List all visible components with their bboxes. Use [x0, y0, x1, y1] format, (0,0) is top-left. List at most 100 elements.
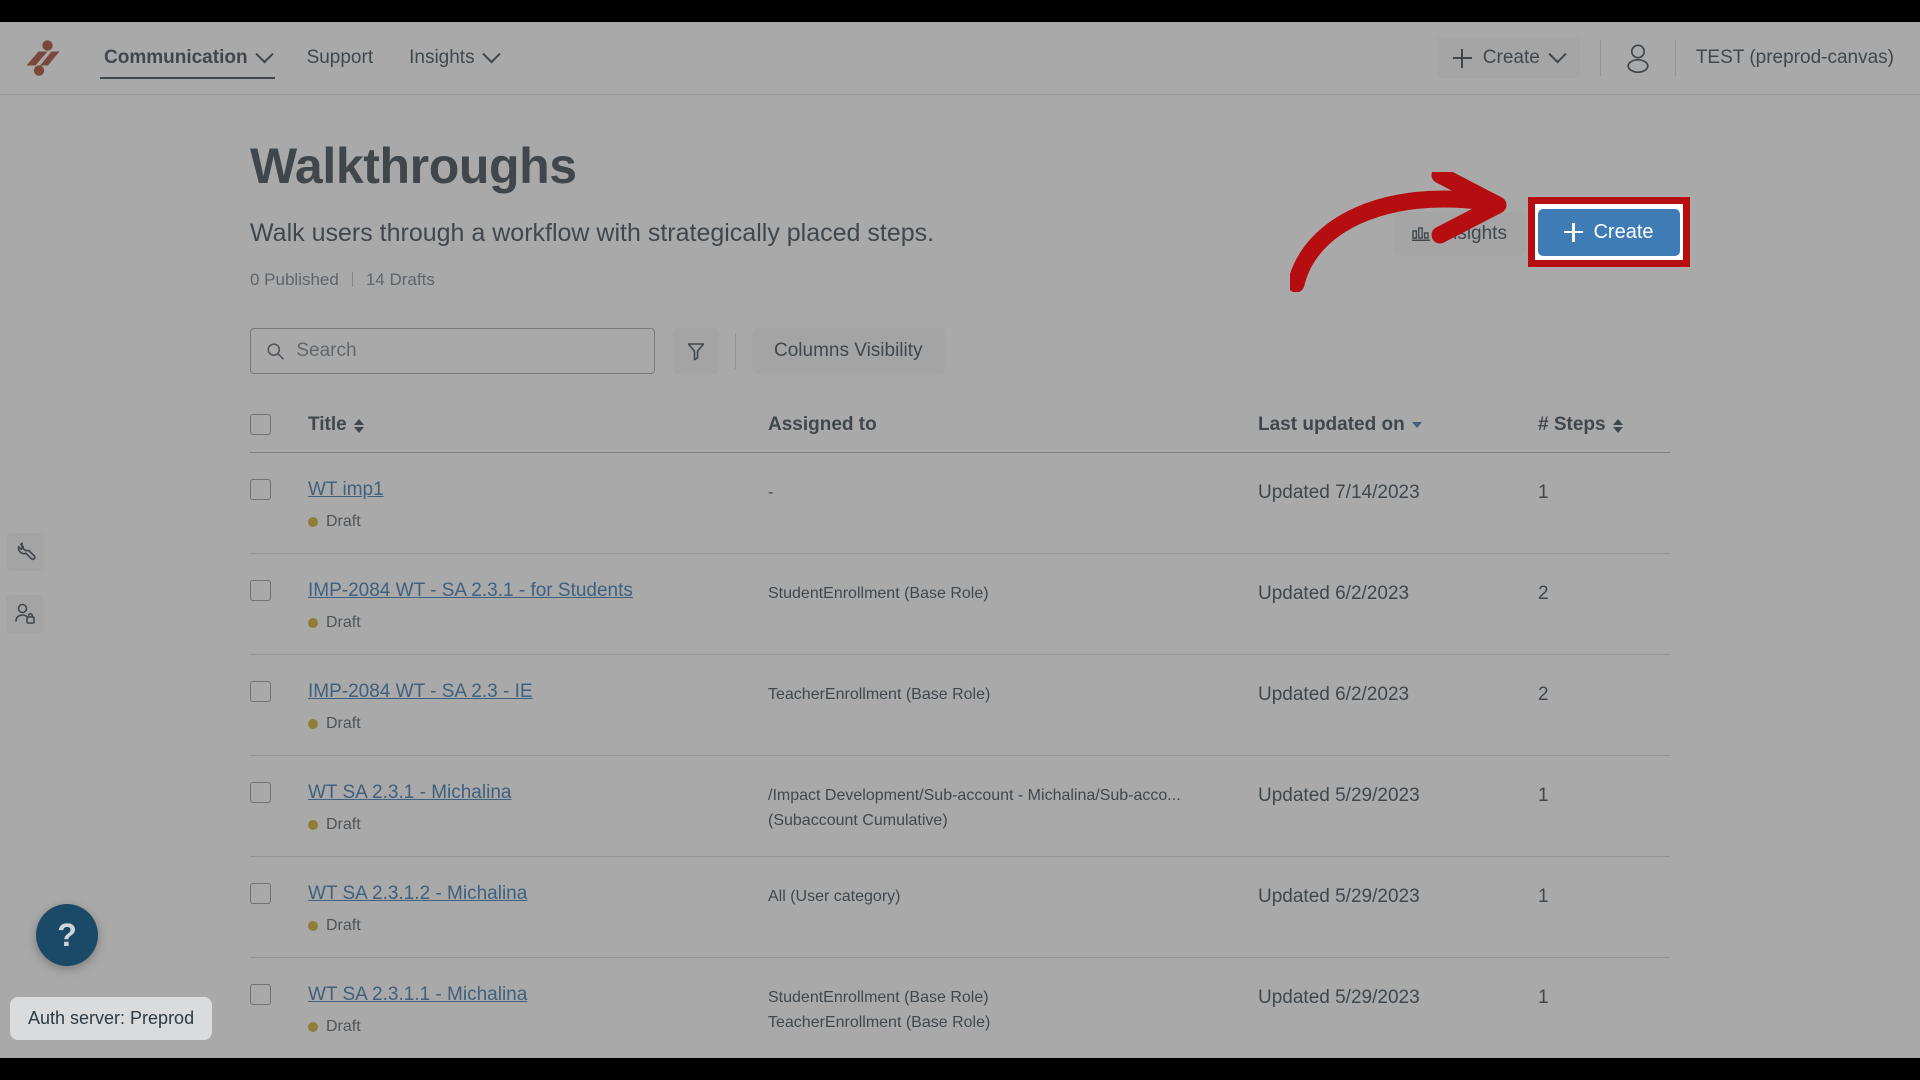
row-checkbox[interactable]: [250, 680, 271, 702]
status-counts: 0 Published 14 Drafts: [250, 270, 1670, 290]
nav-item-communication[interactable]: Communication: [86, 22, 289, 95]
select-all-checkbox[interactable]: [250, 414, 271, 435]
table-row[interactable]: WT imp1 Draft - Updated 7/14/2023 1: [250, 453, 1670, 554]
status-badge: Draft: [308, 513, 768, 531]
nav-item-support-label: Support: [306, 47, 374, 68]
columns-visibility-button[interactable]: Columns Visibility: [752, 327, 945, 374]
search-icon: [267, 342, 284, 360]
row-title-cell: WT SA 2.3.1.1 - Michalina Draft: [308, 984, 768, 1036]
assigned-to-line: TeacherEnrollment (Base Role): [768, 685, 991, 703]
row-last-updated-cell: Updated 6/2/2023: [1258, 681, 1538, 709]
nav-divider: [1599, 40, 1601, 76]
nav-create-menu-button[interactable]: Create: [1437, 37, 1580, 79]
top-navigation-bar: Communication Support Insights Create TE…: [0, 22, 1920, 95]
column-header-title[interactable]: Title: [308, 414, 768, 436]
walkthroughs-table: Title Assigned to Last updated on # Step…: [250, 414, 1670, 1058]
assigned-to-line: StudentEnrollment (Base Role): [768, 988, 989, 1006]
row-title-link[interactable]: WT SA 2.3.1.2 - Michalina: [308, 883, 527, 905]
table-row[interactable]: WT SA 2.3.1.1 - Michalina Draft StudentEnr…: [250, 958, 1670, 1058]
column-header-assigned-to: Assigned to: [768, 414, 1258, 436]
create-button-highlighted[interactable]: Create: [1538, 208, 1680, 256]
insights-button-label: Insights: [1441, 222, 1507, 244]
status-label: Draft: [326, 512, 361, 530]
row-title-link[interactable]: IMP-2084 WT - SA 2.3.1 - for Students: [308, 580, 633, 602]
status-dot-icon: [308, 718, 318, 729]
page-title: Walkthroughs: [250, 138, 577, 194]
left-rail: [0, 95, 50, 1058]
chevron-down-icon: [254, 44, 274, 63]
filter-button[interactable]: [673, 327, 719, 374]
drafts-count: 14 Drafts: [365, 269, 435, 289]
row-checkbox[interactable]: [250, 781, 271, 803]
plus-icon: [1452, 48, 1472, 68]
row-last-updated-cell: Updated 5/29/2023: [1258, 984, 1538, 1012]
assigned-to-line: -: [768, 483, 774, 501]
nav-item-insights[interactable]: Insights: [391, 22, 515, 95]
filter-funnel-icon: [687, 342, 705, 360]
row-steps-cell: 1: [1538, 984, 1668, 1012]
row-assigned-to-cell: TeacherEnrollment (Base Role): [768, 681, 1258, 706]
steps-value: 1: [1538, 986, 1549, 1008]
row-title-link[interactable]: IMP-2084 WT - SA 2.3 - IE: [308, 681, 533, 703]
assigned-to-line: StudentEnrollment (Base Role): [768, 584, 989, 602]
nav-item-support[interactable]: Support: [289, 22, 392, 95]
steps-value: 1: [1538, 784, 1549, 806]
account-name-label[interactable]: TEST (preprod-canvas): [1696, 47, 1894, 69]
table-row[interactable]: IMP-2084 WT - SA 2.3.1 - for Students Dra…: [250, 554, 1670, 655]
row-assigned-to-cell: -: [768, 479, 1258, 504]
row-assigned-to-cell: StudentEnrollment (Base Role) TeacherEnro…: [768, 984, 1258, 1034]
help-button[interactable]: ?: [36, 904, 98, 966]
status-dot-icon: [308, 920, 318, 931]
search-box[interactable]: [250, 327, 655, 374]
sort-desc-icon: [1411, 421, 1422, 428]
insights-button[interactable]: Insights: [1393, 212, 1524, 256]
impact-logo[interactable]: [0, 39, 86, 77]
row-steps-cell: 2: [1538, 681, 1668, 709]
row-checkbox[interactable]: [250, 882, 271, 904]
row-title-link[interactable]: WT SA 2.3.1.1 - Michalina: [308, 984, 527, 1006]
toolbar-divider: [735, 332, 736, 369]
row-title-cell: WT SA 2.3.1 - Michalina Draft: [308, 782, 768, 834]
row-title-link[interactable]: WT SA 2.3.1 - Michalina: [308, 782, 511, 804]
table-row[interactable]: IMP-2084 WT - SA 2.3 - IE Draft TeacherEnr…: [250, 655, 1670, 756]
row-steps-cell: 1: [1538, 782, 1668, 810]
row-select-cell: [250, 983, 308, 1005]
row-checkbox[interactable]: [250, 579, 271, 601]
row-last-updated-cell: Updated 6/2/2023: [1258, 580, 1538, 608]
column-header-last-updated[interactable]: Last updated on: [1258, 414, 1538, 436]
select-all-cell: [250, 414, 308, 435]
sort-icon: [1612, 418, 1623, 433]
row-checkbox[interactable]: [250, 478, 271, 500]
status-badge: Draft: [308, 917, 768, 935]
assigned-to-line: TeacherEnrollment (Base Role): [768, 1013, 991, 1031]
last-updated-value: Updated 6/2/2023: [1258, 683, 1410, 705]
column-header-steps[interactable]: # Steps: [1538, 414, 1668, 436]
last-updated-value: Updated 5/29/2023: [1258, 885, 1420, 907]
row-steps-cell: 2: [1538, 580, 1668, 608]
row-checkbox[interactable]: [250, 983, 271, 1005]
rail-button-permissions[interactable]: [6, 595, 44, 633]
row-steps-cell: 1: [1538, 883, 1668, 911]
chevron-down-icon: [481, 44, 501, 63]
user-account-button[interactable]: [1621, 41, 1655, 75]
browser-viewport: Communication Support Insights Create TE…: [0, 22, 1920, 1058]
create-button-highlighted-label: Create: [1593, 220, 1654, 243]
row-select-cell: [250, 579, 308, 601]
row-steps-cell: 1: [1538, 479, 1668, 507]
status-dot-icon: [308, 516, 318, 527]
bar-chart-icon: [1412, 226, 1431, 241]
status-label: Draft: [326, 1017, 361, 1035]
row-title-cell: WT imp1 Draft: [308, 479, 768, 531]
table-row[interactable]: WT SA 2.3.1 - Michalina Draft/Impact Deve…: [250, 756, 1670, 857]
nav-item-insights-label: Insights: [409, 47, 475, 68]
row-select-cell: [250, 680, 308, 702]
row-title-link[interactable]: WT imp1: [308, 479, 384, 501]
row-assigned-to-cell: StudentEnrollment (Base Role): [768, 580, 1258, 605]
rail-button-tools[interactable]: [6, 533, 44, 571]
table-row[interactable]: WT SA 2.3.1.2 - Michalina Draft All (User …: [250, 857, 1670, 958]
search-input[interactable]: [296, 339, 639, 362]
table-body: WT imp1 Draft - Updated 7/14/2023 1 IMP-2084 …: [250, 453, 1670, 1058]
status-badge: Draft: [308, 816, 768, 834]
column-header-steps-label: # Steps: [1538, 413, 1606, 435]
last-updated-value: Updated 5/29/2023: [1258, 986, 1420, 1008]
